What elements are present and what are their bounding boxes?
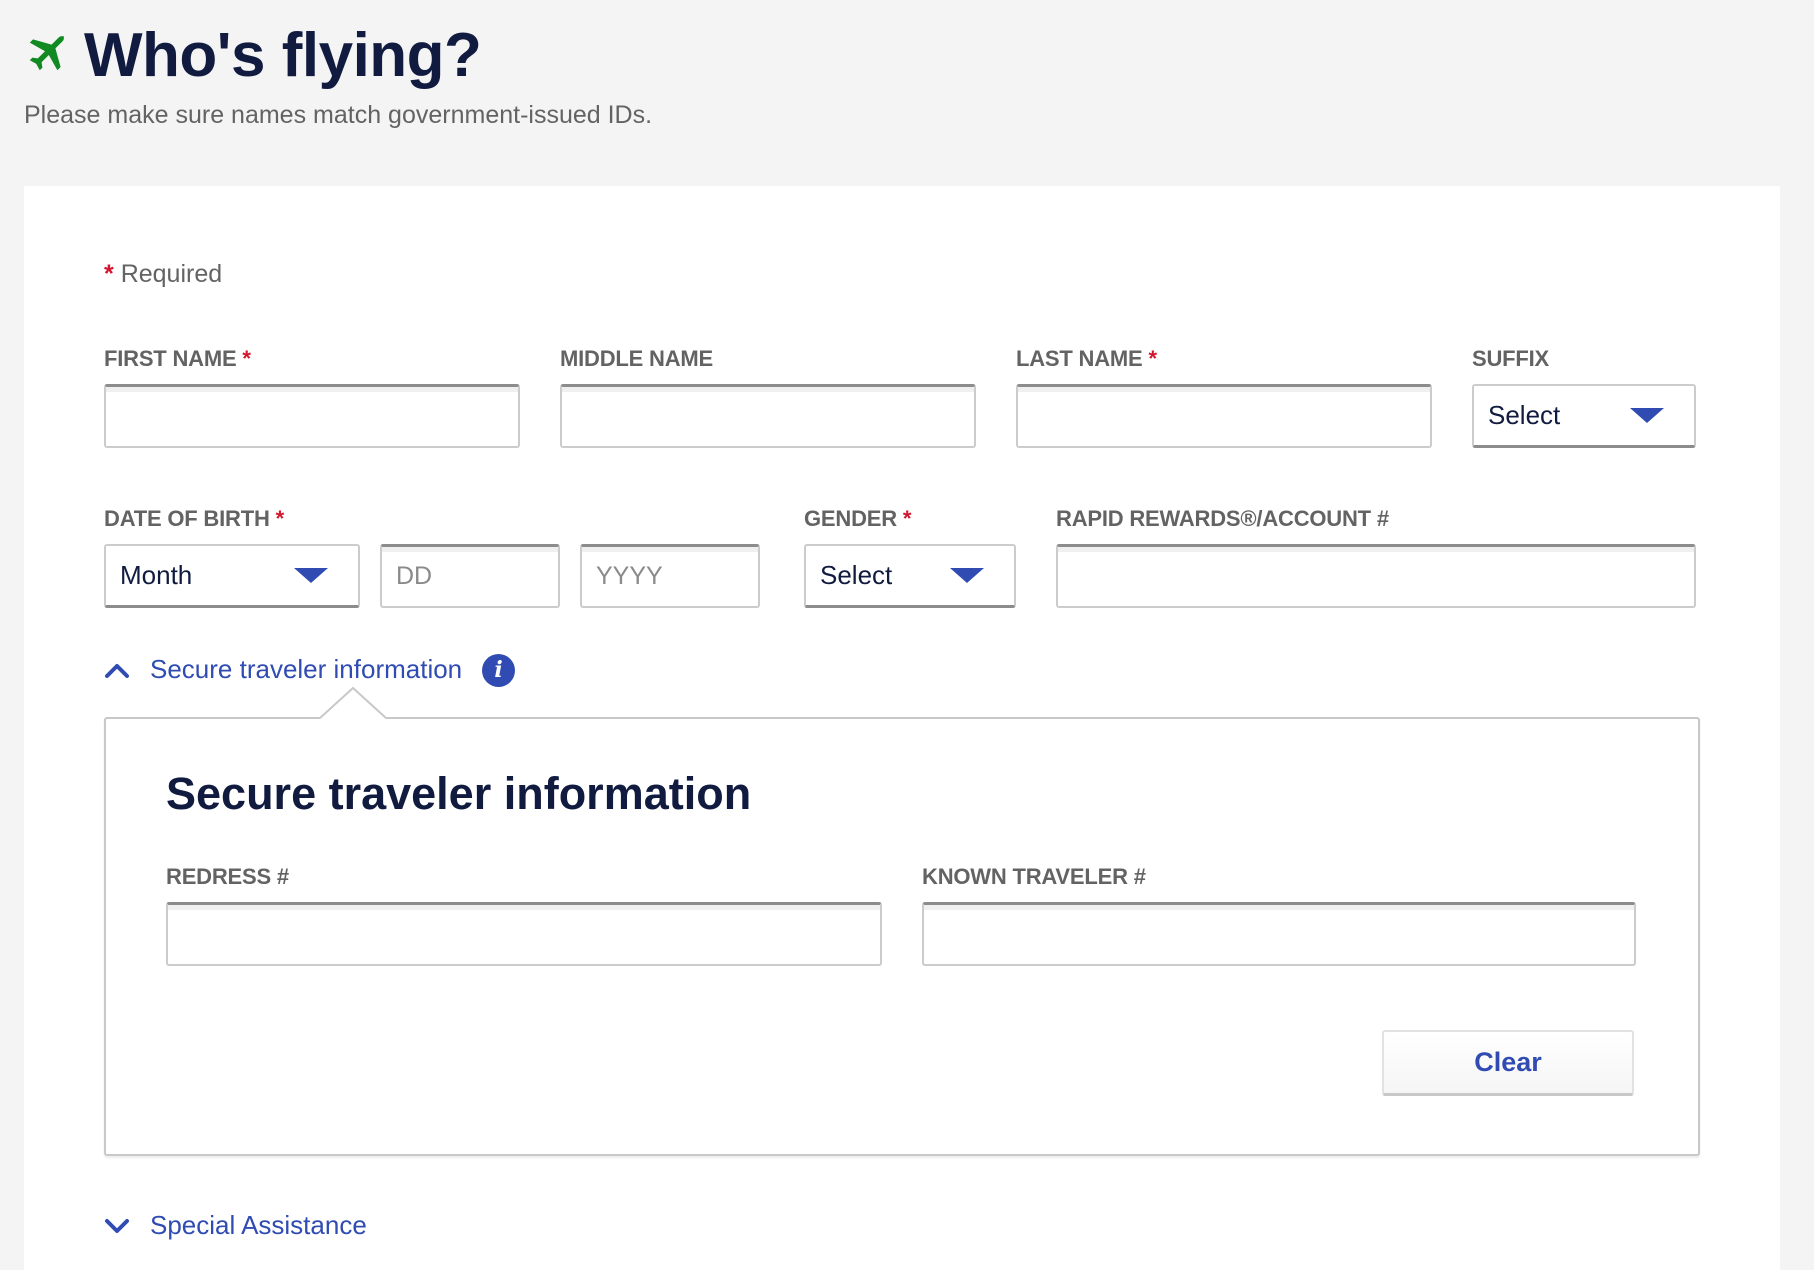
dropdown-arrow-icon <box>294 568 328 583</box>
secure-traveler-toggle-label: Secure traveler information <box>150 654 463 684</box>
known-traveler-label: KNOWN TRAVELER # <box>922 864 1146 889</box>
dropdown-arrow-icon <box>950 568 984 583</box>
page: Who's flying? Please make sure names mat… <box>0 0 1814 1270</box>
chevron-down-icon <box>105 1218 129 1233</box>
gender-select[interactable]: Select <box>804 544 1016 608</box>
special-assistance-toggle[interactable]: Special Assistance <box>104 1210 367 1241</box>
middle-name-input[interactable] <box>560 384 976 448</box>
special-assistance-toggle-label: Special Assistance <box>150 1210 367 1240</box>
required-asterisk: * <box>275 506 285 531</box>
required-note: * Required <box>104 260 222 289</box>
page-subtitle: Please make sure names match government-… <box>24 101 653 129</box>
redress-label: REDRESS # <box>166 864 289 889</box>
required-asterisk: * <box>1148 346 1157 371</box>
secure-traveler-toggle[interactable]: Secure traveler information <box>104 654 462 685</box>
chevron-up-icon <box>105 663 129 678</box>
required-asterisk: * <box>242 346 251 371</box>
required-note-text: Required <box>120 260 223 288</box>
birth-year-input[interactable] <box>580 544 760 608</box>
first-name-input[interactable] <box>104 384 520 448</box>
middle-name-label: MIDDLE NAME <box>560 346 714 371</box>
airplane-icon <box>29 35 65 71</box>
date-of-birth-label-text: DATE OF BIRTH <box>104 506 270 531</box>
first-name-label: FIRST NAME * <box>104 346 251 372</box>
rapid-rewards-label: RAPID REWARDS®/ACCOUNT # <box>1056 506 1389 531</box>
suffix-select[interactable]: Select <box>1472 384 1696 448</box>
birth-day-input[interactable] <box>380 544 560 608</box>
gender-label: GENDER * <box>804 506 911 532</box>
gender-selected-value: Select <box>820 560 893 590</box>
info-icon[interactable]: i <box>482 654 515 687</box>
birth-month-select[interactable]: Month <box>104 544 360 608</box>
gender-label-text: GENDER <box>804 506 897 531</box>
required-asterisk: * <box>902 506 912 531</box>
last-name-label-text: LAST NAME <box>1016 346 1143 371</box>
clear-button[interactable]: Clear <box>1382 1030 1634 1096</box>
date-of-birth-label: DATE OF BIRTH * <box>104 506 284 532</box>
page-title: Who's flying? <box>84 21 482 90</box>
redress-input[interactable] <box>166 902 882 966</box>
first-name-label-text: FIRST NAME <box>104 346 237 371</box>
suffix-label: SUFFIX <box>1472 346 1550 371</box>
panel-pointer <box>320 686 386 719</box>
rapid-rewards-input[interactable] <box>1056 544 1696 608</box>
secure-traveler-heading: Secure traveler information <box>166 768 752 819</box>
birth-month-selected-value: Month <box>120 560 193 590</box>
known-traveler-input[interactable] <box>922 902 1636 966</box>
suffix-selected-value: Select <box>1488 400 1561 430</box>
last-name-label: LAST NAME * <box>1016 346 1157 372</box>
last-name-input[interactable] <box>1016 384 1432 448</box>
required-asterisk: * <box>104 260 114 288</box>
dropdown-arrow-icon <box>1630 408 1664 423</box>
